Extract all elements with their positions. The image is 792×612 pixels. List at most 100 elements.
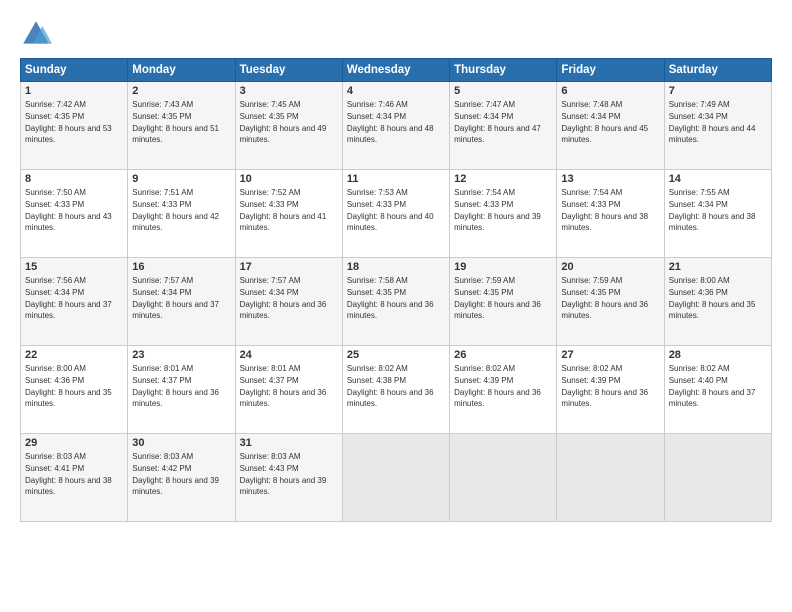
day-info: Sunrise: 7:42 AMSunset: 4:35 PMDaylight:… bbox=[25, 100, 112, 144]
calendar-cell: 18 Sunrise: 7:58 AMSunset: 4:35 PMDaylig… bbox=[342, 258, 449, 346]
calendar-header-row: SundayMondayTuesdayWednesdayThursdayFrid… bbox=[21, 59, 772, 82]
day-number: 31 bbox=[240, 437, 338, 449]
day-number: 13 bbox=[561, 173, 659, 185]
calendar-cell: 26 Sunrise: 8:02 AMSunset: 4:39 PMDaylig… bbox=[450, 346, 557, 434]
day-info: Sunrise: 8:02 AMSunset: 4:39 PMDaylight:… bbox=[454, 364, 541, 408]
calendar-cell: 14 Sunrise: 7:55 AMSunset: 4:34 PMDaylig… bbox=[664, 170, 771, 258]
calendar: SundayMondayTuesdayWednesdayThursdayFrid… bbox=[20, 58, 772, 522]
calendar-week-2: 8 Sunrise: 7:50 AMSunset: 4:33 PMDayligh… bbox=[21, 170, 772, 258]
calendar-cell: 11 Sunrise: 7:53 AMSunset: 4:33 PMDaylig… bbox=[342, 170, 449, 258]
day-info: Sunrise: 8:02 AMSunset: 4:40 PMDaylight:… bbox=[669, 364, 756, 408]
calendar-cell: 25 Sunrise: 8:02 AMSunset: 4:38 PMDaylig… bbox=[342, 346, 449, 434]
day-info: Sunrise: 8:01 AMSunset: 4:37 PMDaylight:… bbox=[240, 364, 327, 408]
calendar-cell: 2 Sunrise: 7:43 AMSunset: 4:35 PMDayligh… bbox=[128, 82, 235, 170]
day-info: Sunrise: 7:57 AMSunset: 4:34 PMDaylight:… bbox=[240, 276, 327, 320]
day-info: Sunrise: 7:48 AMSunset: 4:34 PMDaylight:… bbox=[561, 100, 648, 144]
day-info: Sunrise: 8:02 AMSunset: 4:38 PMDaylight:… bbox=[347, 364, 434, 408]
col-header-thursday: Thursday bbox=[450, 59, 557, 82]
col-header-wednesday: Wednesday bbox=[342, 59, 449, 82]
day-number: 4 bbox=[347, 85, 445, 97]
day-number: 18 bbox=[347, 261, 445, 273]
day-number: 23 bbox=[132, 349, 230, 361]
day-info: Sunrise: 7:59 AMSunset: 4:35 PMDaylight:… bbox=[561, 276, 648, 320]
calendar-cell: 10 Sunrise: 7:52 AMSunset: 4:33 PMDaylig… bbox=[235, 170, 342, 258]
day-info: Sunrise: 7:52 AMSunset: 4:33 PMDaylight:… bbox=[240, 188, 327, 232]
day-info: Sunrise: 7:58 AMSunset: 4:35 PMDaylight:… bbox=[347, 276, 434, 320]
day-number: 9 bbox=[132, 173, 230, 185]
logo-icon bbox=[20, 18, 52, 50]
day-info: Sunrise: 8:00 AMSunset: 4:36 PMDaylight:… bbox=[25, 364, 112, 408]
day-number: 19 bbox=[454, 261, 552, 273]
day-number: 3 bbox=[240, 85, 338, 97]
calendar-cell: 23 Sunrise: 8:01 AMSunset: 4:37 PMDaylig… bbox=[128, 346, 235, 434]
calendar-cell: 1 Sunrise: 7:42 AMSunset: 4:35 PMDayligh… bbox=[21, 82, 128, 170]
day-number: 15 bbox=[25, 261, 123, 273]
calendar-cell: 20 Sunrise: 7:59 AMSunset: 4:35 PMDaylig… bbox=[557, 258, 664, 346]
calendar-cell: 22 Sunrise: 8:00 AMSunset: 4:36 PMDaylig… bbox=[21, 346, 128, 434]
day-info: Sunrise: 7:47 AMSunset: 4:34 PMDaylight:… bbox=[454, 100, 541, 144]
day-number: 25 bbox=[347, 349, 445, 361]
calendar-cell: 16 Sunrise: 7:57 AMSunset: 4:34 PMDaylig… bbox=[128, 258, 235, 346]
day-number: 14 bbox=[669, 173, 767, 185]
calendar-cell: 8 Sunrise: 7:50 AMSunset: 4:33 PMDayligh… bbox=[21, 170, 128, 258]
day-number: 20 bbox=[561, 261, 659, 273]
day-number: 10 bbox=[240, 173, 338, 185]
day-info: Sunrise: 7:53 AMSunset: 4:33 PMDaylight:… bbox=[347, 188, 434, 232]
day-info: Sunrise: 7:51 AMSunset: 4:33 PMDaylight:… bbox=[132, 188, 219, 232]
day-number: 8 bbox=[25, 173, 123, 185]
day-number: 11 bbox=[347, 173, 445, 185]
day-info: Sunrise: 8:03 AMSunset: 4:42 PMDaylight:… bbox=[132, 452, 219, 496]
day-number: 22 bbox=[25, 349, 123, 361]
calendar-cell bbox=[342, 434, 449, 522]
day-info: Sunrise: 7:56 AMSunset: 4:34 PMDaylight:… bbox=[25, 276, 112, 320]
day-number: 17 bbox=[240, 261, 338, 273]
calendar-cell: 29 Sunrise: 8:03 AMSunset: 4:41 PMDaylig… bbox=[21, 434, 128, 522]
day-info: Sunrise: 7:50 AMSunset: 4:33 PMDaylight:… bbox=[25, 188, 112, 232]
calendar-cell: 24 Sunrise: 8:01 AMSunset: 4:37 PMDaylig… bbox=[235, 346, 342, 434]
day-info: Sunrise: 7:57 AMSunset: 4:34 PMDaylight:… bbox=[132, 276, 219, 320]
calendar-week-4: 22 Sunrise: 8:00 AMSunset: 4:36 PMDaylig… bbox=[21, 346, 772, 434]
day-info: Sunrise: 7:45 AMSunset: 4:35 PMDaylight:… bbox=[240, 100, 327, 144]
day-number: 16 bbox=[132, 261, 230, 273]
day-number: 5 bbox=[454, 85, 552, 97]
day-number: 29 bbox=[25, 437, 123, 449]
logo bbox=[20, 18, 56, 50]
calendar-cell: 28 Sunrise: 8:02 AMSunset: 4:40 PMDaylig… bbox=[664, 346, 771, 434]
day-info: Sunrise: 8:01 AMSunset: 4:37 PMDaylight:… bbox=[132, 364, 219, 408]
day-info: Sunrise: 7:54 AMSunset: 4:33 PMDaylight:… bbox=[561, 188, 648, 232]
calendar-cell: 31 Sunrise: 8:03 AMSunset: 4:43 PMDaylig… bbox=[235, 434, 342, 522]
calendar-cell: 3 Sunrise: 7:45 AMSunset: 4:35 PMDayligh… bbox=[235, 82, 342, 170]
day-info: Sunrise: 7:43 AMSunset: 4:35 PMDaylight:… bbox=[132, 100, 219, 144]
calendar-cell: 19 Sunrise: 7:59 AMSunset: 4:35 PMDaylig… bbox=[450, 258, 557, 346]
calendar-week-5: 29 Sunrise: 8:03 AMSunset: 4:41 PMDaylig… bbox=[21, 434, 772, 522]
col-header-tuesday: Tuesday bbox=[235, 59, 342, 82]
day-number: 27 bbox=[561, 349, 659, 361]
calendar-cell bbox=[664, 434, 771, 522]
day-info: Sunrise: 7:55 AMSunset: 4:34 PMDaylight:… bbox=[669, 188, 756, 232]
calendar-week-3: 15 Sunrise: 7:56 AMSunset: 4:34 PMDaylig… bbox=[21, 258, 772, 346]
calendar-cell: 17 Sunrise: 7:57 AMSunset: 4:34 PMDaylig… bbox=[235, 258, 342, 346]
col-header-sunday: Sunday bbox=[21, 59, 128, 82]
day-number: 2 bbox=[132, 85, 230, 97]
calendar-cell: 6 Sunrise: 7:48 AMSunset: 4:34 PMDayligh… bbox=[557, 82, 664, 170]
calendar-cell bbox=[450, 434, 557, 522]
day-info: Sunrise: 8:03 AMSunset: 4:41 PMDaylight:… bbox=[25, 452, 112, 496]
day-number: 30 bbox=[132, 437, 230, 449]
calendar-cell: 7 Sunrise: 7:49 AMSunset: 4:34 PMDayligh… bbox=[664, 82, 771, 170]
col-header-friday: Friday bbox=[557, 59, 664, 82]
day-info: Sunrise: 7:46 AMSunset: 4:34 PMDaylight:… bbox=[347, 100, 434, 144]
day-number: 1 bbox=[25, 85, 123, 97]
calendar-cell: 5 Sunrise: 7:47 AMSunset: 4:34 PMDayligh… bbox=[450, 82, 557, 170]
day-info: Sunrise: 8:03 AMSunset: 4:43 PMDaylight:… bbox=[240, 452, 327, 496]
calendar-cell: 30 Sunrise: 8:03 AMSunset: 4:42 PMDaylig… bbox=[128, 434, 235, 522]
day-number: 26 bbox=[454, 349, 552, 361]
day-number: 6 bbox=[561, 85, 659, 97]
calendar-cell: 12 Sunrise: 7:54 AMSunset: 4:33 PMDaylig… bbox=[450, 170, 557, 258]
day-info: Sunrise: 8:02 AMSunset: 4:39 PMDaylight:… bbox=[561, 364, 648, 408]
col-header-saturday: Saturday bbox=[664, 59, 771, 82]
calendar-week-1: 1 Sunrise: 7:42 AMSunset: 4:35 PMDayligh… bbox=[21, 82, 772, 170]
day-info: Sunrise: 7:49 AMSunset: 4:34 PMDaylight:… bbox=[669, 100, 756, 144]
day-info: Sunrise: 8:00 AMSunset: 4:36 PMDaylight:… bbox=[669, 276, 756, 320]
day-number: 28 bbox=[669, 349, 767, 361]
day-number: 12 bbox=[454, 173, 552, 185]
